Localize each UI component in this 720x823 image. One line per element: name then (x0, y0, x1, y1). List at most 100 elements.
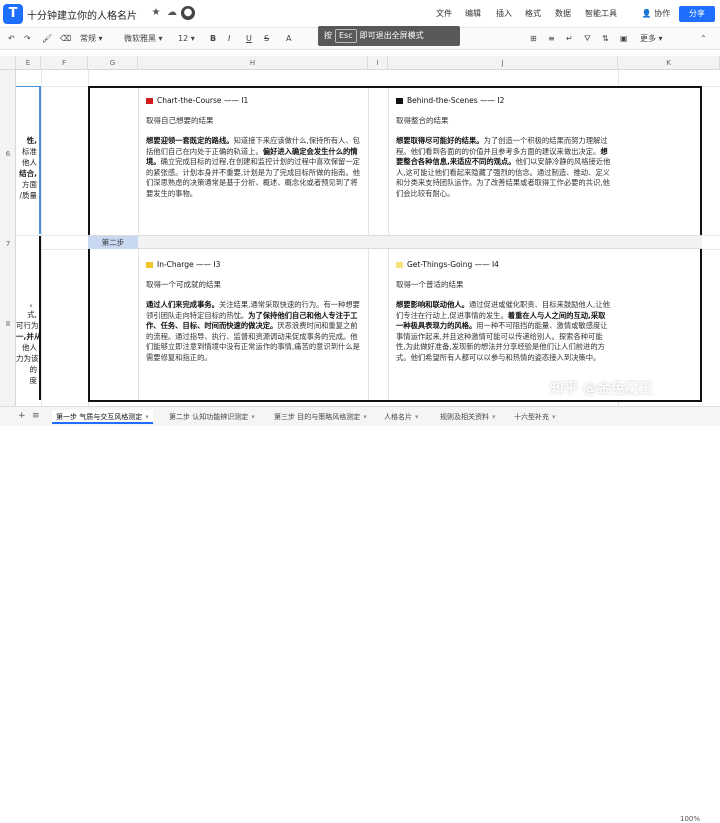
row-header-6[interactable]: 6 (0, 150, 16, 158)
left-text: 一,并从 (16, 332, 41, 341)
chevron-down-icon[interactable]: ▾ (145, 413, 149, 421)
quad-i2-bold: 想要取得尽可能好的结果。 (396, 136, 484, 145)
chevron-down-icon[interactable]: ▾ (415, 413, 419, 421)
chevron-down-icon[interactable]: ▾ (251, 413, 255, 421)
merge-cells-icon[interactable]: ⊞ (530, 32, 537, 46)
fill-color-icon[interactable]: A (286, 32, 291, 46)
tab-step3-label: 第三步 目的与策略风格测定 (274, 413, 361, 421)
column-header-e[interactable]: E (16, 56, 41, 70)
left-text: 可行为 (16, 321, 39, 330)
grid-line (388, 88, 389, 235)
red-square-icon (146, 97, 153, 104)
grid-line (368, 88, 369, 235)
strikethrough-icon[interactable]: S (264, 32, 269, 46)
menu-edit[interactable]: 编辑 (465, 8, 481, 19)
quad-i2[interactable]: Behind-the-Scenes —— I2 取得整合的结果 想要取得尽可能好… (396, 96, 612, 200)
format-painter-icon[interactable]: 🖌 (42, 32, 52, 46)
row-header: 6 7 8 (0, 70, 16, 406)
menu-insert[interactable]: 插入 (496, 8, 512, 19)
menu-format[interactable]: 格式 (525, 8, 541, 19)
left-cell-block-bottom[interactable]: 。 式, 可行为 一,并从 他人 力为该 的 度 (16, 236, 41, 400)
quad-i1-bold: 想要迎领一套既定的路线。 (146, 136, 234, 145)
wrap-icon[interactable]: ↵ (566, 32, 573, 46)
left-cell-block-top[interactable]: 性, 标准 他人 结合, 方面 /质量 (16, 86, 41, 234)
font-size-select[interactable]: 12 ▾ (178, 32, 195, 46)
quad-i1-text2: 确立完成目标的过程,在创建和监控计划的过程中喜欢保留一定的紧张感。计划本身并不重… (146, 157, 360, 198)
undo-icon[interactable]: ↶ (8, 32, 15, 46)
tab-step1[interactable]: 第一步 气质与交互风格测定 ▾ (52, 410, 153, 424)
star-icon[interactable]: ★ (149, 6, 163, 20)
quad-i1[interactable]: Chart-the-Course —— I1 取得自己想要的结果 想要迎领一套既… (146, 96, 362, 200)
chevron-down-icon[interactable]: ▾ (363, 413, 367, 421)
column-header: E F G H I J K (0, 56, 720, 70)
quad-i1-title: Chart-the-Course —— I1 (157, 96, 249, 105)
align-icon[interactable]: ≡ (548, 32, 555, 46)
italic-icon[interactable]: I (228, 32, 230, 46)
left-text: 他人 (22, 343, 37, 352)
image-icon[interactable]: ▣ (620, 32, 628, 46)
step2-label[interactable]: 第二步 (88, 236, 138, 249)
title-bar: T 十分钟建立你的人格名片 ★ ☁ ● 文件 编辑 插入 格式 数据 智能工具 … (0, 0, 720, 28)
zoom-level[interactable]: 100% (680, 815, 700, 823)
row-header-8[interactable]: 8 (0, 320, 16, 328)
more-button[interactable]: 更多 ▾ (640, 32, 663, 46)
row-header-7[interactable]: 7 (0, 240, 16, 248)
format-select-label: 常规 (80, 34, 96, 43)
hint-key: Esc (335, 29, 357, 43)
column-header-i[interactable]: I (368, 56, 388, 70)
expand-icon[interactable]: ⌃ (700, 32, 707, 46)
hint-press: 按 (324, 31, 332, 40)
font-select[interactable]: 微软雅黑 ▾ (124, 32, 163, 46)
quad-i3-body: 通过人们来完成事务。关注结果,通常采取快速的行为。有一种想要领引团队走向特定目标… (146, 300, 362, 364)
tab-step2[interactable]: 第二步 认知功能辨识测定 ▾ (165, 410, 259, 424)
tab-step1-label: 第一步 气质与交互风格测定 (56, 413, 143, 421)
share-button[interactable]: 分享 (679, 6, 715, 22)
format-select[interactable]: 常规 ▾ (80, 32, 103, 46)
quad-i3-subtitle: 取得一个可成就的结果 (146, 280, 221, 289)
select-all-corner[interactable] (0, 56, 16, 70)
filter-icon[interactable]: ⛛ (584, 32, 591, 46)
tab-step3[interactable]: 第三步 目的与策略风格测定 ▾ (270, 410, 371, 424)
grid-line (388, 249, 389, 400)
sheet-list-icon[interactable]: ≡ (32, 411, 40, 421)
menu-data[interactable]: 数据 (555, 8, 571, 19)
quad-i4-bold: 想要影响和联动他人。 (396, 300, 469, 309)
menu-file[interactable]: 文件 (436, 8, 452, 19)
section-divider-row (88, 235, 702, 249)
add-sheet-icon[interactable]: + (18, 411, 26, 421)
chevron-down-icon[interactable]: ▾ (552, 413, 556, 421)
quad-i2-subtitle: 取得整合的结果 (396, 116, 449, 125)
quad-i3[interactable]: In-Charge —— I3 取得一个可成就的结果 通过人们来完成事务。关注结… (146, 260, 362, 364)
gold-square-icon (146, 261, 153, 268)
redo-icon[interactable]: ↷ (24, 32, 31, 46)
tab-sixteen-types[interactable]: 十六型补充 ▾ (510, 410, 560, 424)
column-header-f[interactable]: F (41, 56, 88, 70)
tab-rules[interactable]: 规则及相关资料 ▾ (436, 410, 500, 424)
document-title[interactable]: 十分钟建立你的人格名片 (27, 7, 137, 22)
column-header-g[interactable]: G (88, 56, 138, 70)
column-header-j[interactable]: J (388, 56, 618, 70)
menu-smart-tools[interactable]: 智能工具 (585, 8, 617, 19)
sort-icon[interactable]: ⇅ (602, 32, 609, 46)
column-header-k[interactable]: K (618, 56, 720, 70)
user-avatar-icon[interactable]: ● (181, 6, 195, 20)
left-text: 他人 (22, 158, 37, 167)
left-text: 方面 (22, 180, 37, 189)
chevron-down-icon[interactable]: ▾ (492, 413, 496, 421)
quad-i2-body: 想要取得尽可能好的结果。为了创造一个积极的结果而努力理解过程。他们看到各面的的价… (396, 136, 612, 200)
quad-i4[interactable]: Get-Things-Going —— I4 取得一个普适的结果 想要影响和联动… (396, 260, 612, 364)
yellow-square-icon (396, 261, 403, 268)
clear-format-icon[interactable]: ⌫ (60, 32, 71, 46)
quad-i1-subtitle: 取得自己想要的结果 (146, 116, 214, 125)
collab-button[interactable]: 👤 协作 (636, 6, 676, 22)
quad-i2-title: Behind-the-Scenes —— I2 (407, 96, 505, 105)
quad-i3-title: In-Charge —— I3 (157, 260, 221, 269)
cloud-icon[interactable]: ☁ (165, 6, 179, 20)
tab-personality-card[interactable]: 人格名片 ▾ (380, 410, 423, 424)
bold-icon[interactable]: B (210, 32, 216, 46)
underline-icon[interactable]: U (246, 32, 252, 46)
column-header-h[interactable]: H (138, 56, 368, 70)
left-text: 式, (27, 310, 37, 319)
grid-line (368, 249, 369, 400)
tab-personality-card-label: 人格名片 (384, 413, 412, 421)
